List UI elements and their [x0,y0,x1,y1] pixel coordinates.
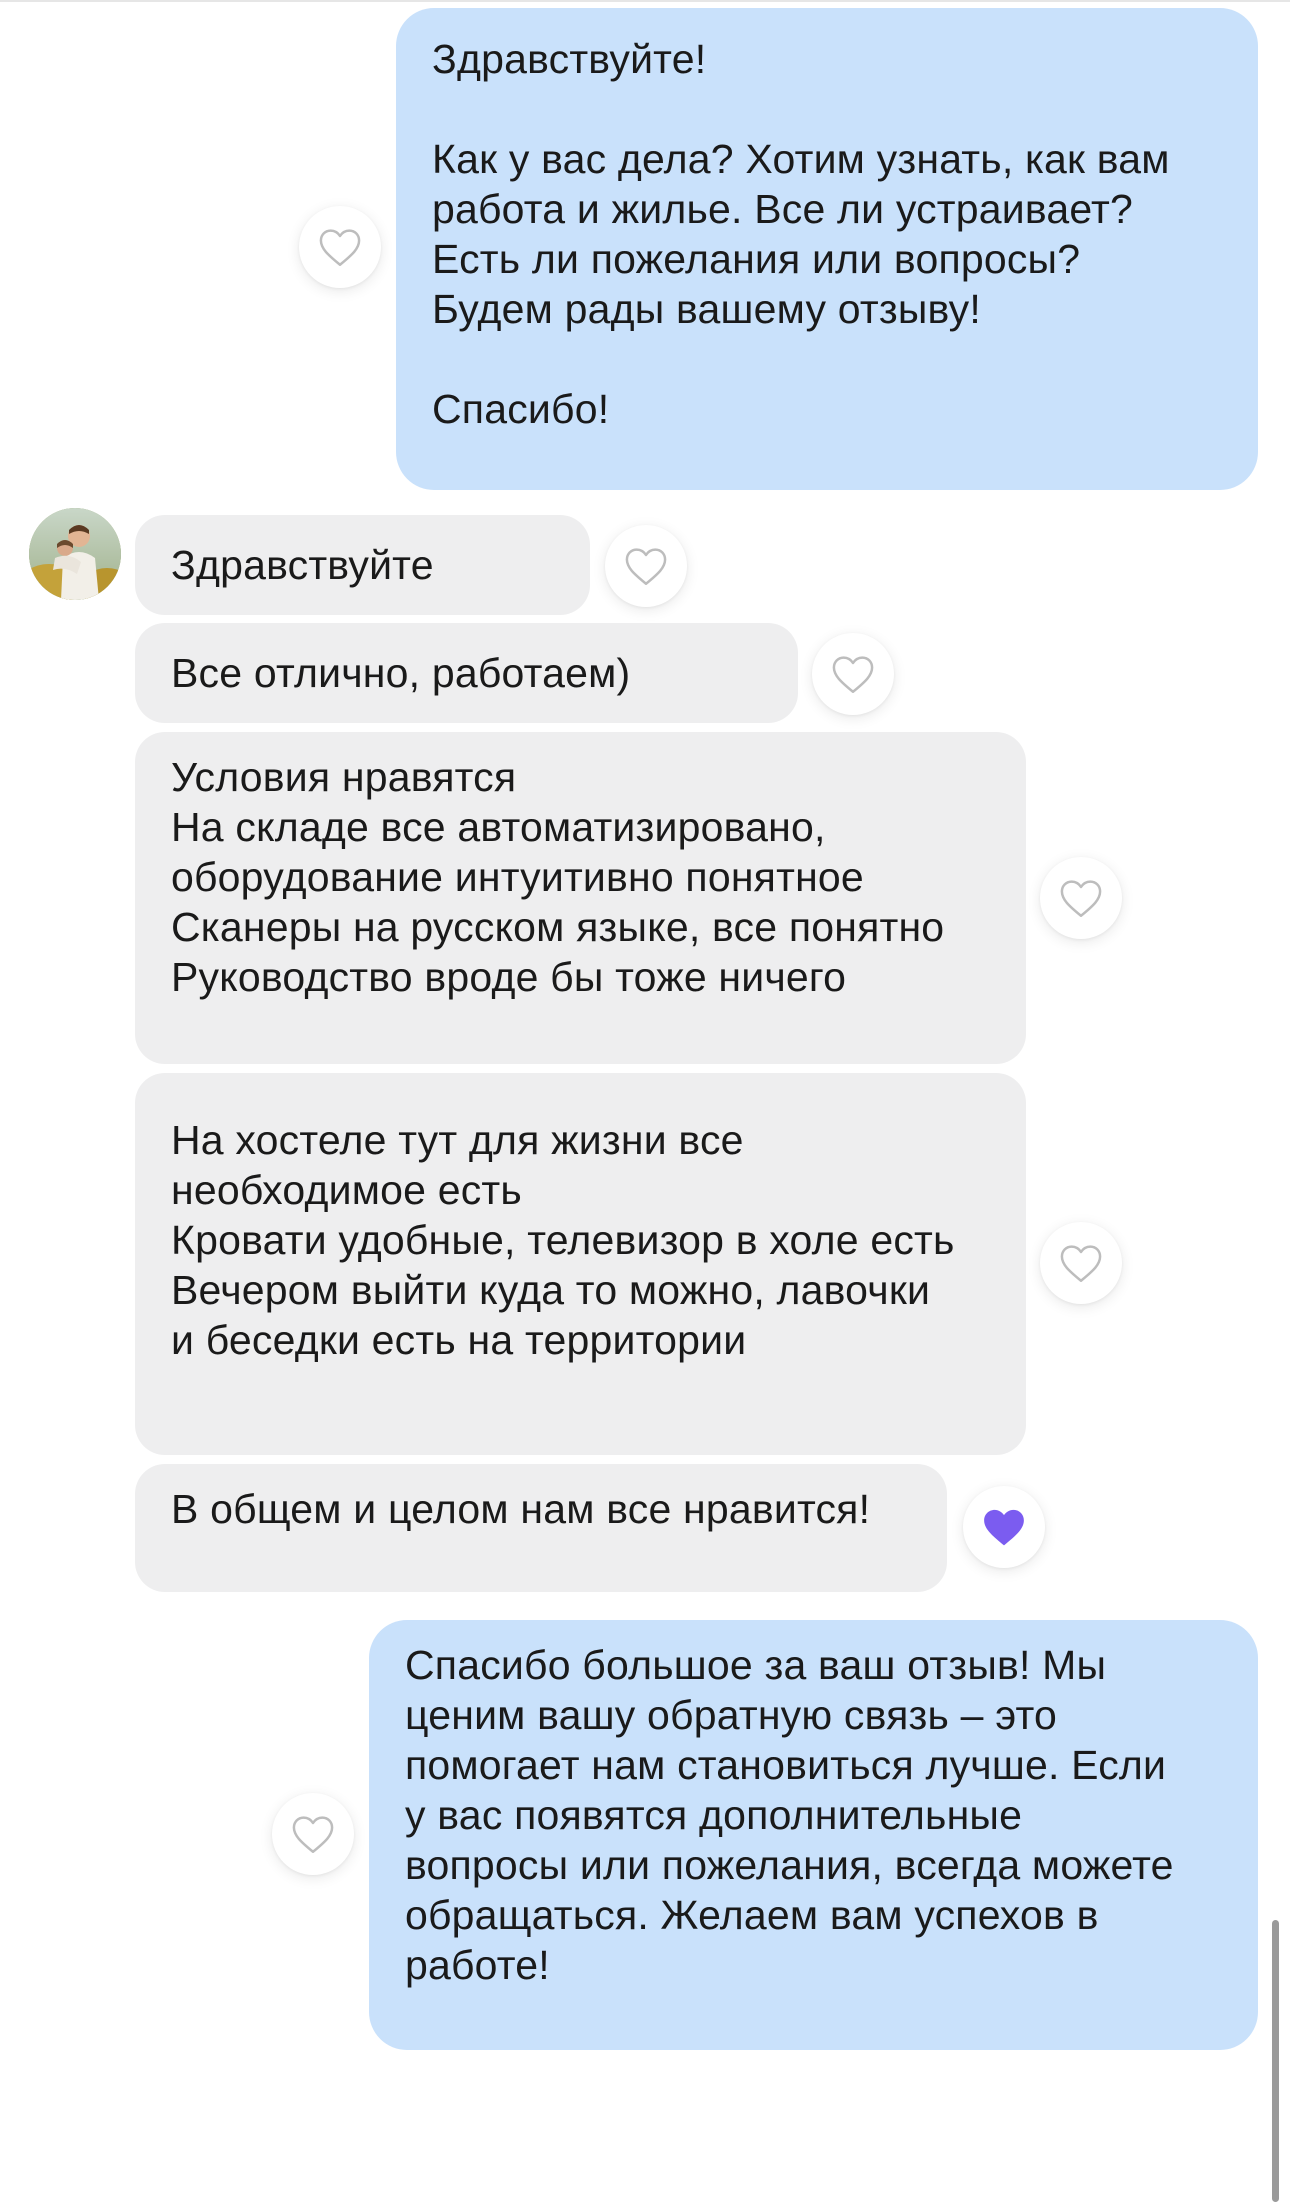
like-button-active[interactable] [963,1486,1045,1568]
like-button[interactable] [299,206,381,288]
heart-outline-icon [832,656,874,693]
message-bubble-outgoing[interactable]: Здравствуйте! Как у вас дела? Хотим узна… [396,8,1258,490]
like-button[interactable] [272,1793,354,1875]
heart-outline-icon [1060,880,1102,917]
like-button[interactable] [1040,1222,1122,1304]
scrollbar[interactable] [1272,1920,1279,2202]
like-button[interactable] [812,633,894,715]
heart-outline-icon [292,1816,334,1853]
message-bubble-incoming[interactable]: Все отлично, работаем) [135,623,798,723]
like-button[interactable] [605,525,687,607]
message-bubble-outgoing[interactable]: Спасибо большое за ваш отзыв! Мы ценим в… [369,1620,1258,2050]
avatar-photo [29,508,121,600]
heart-outline-icon [319,229,361,266]
heart-outline-icon [1060,1245,1102,1282]
message-bubble-incoming[interactable]: Условия нравятся На складе все автоматиз… [135,732,1026,1064]
message-bubble-incoming[interactable]: Здравствуйте [135,515,590,615]
like-button[interactable] [1040,857,1122,939]
heart-filled-icon [984,1509,1024,1546]
message-bubble-incoming[interactable]: На хостеле тут для жизни все необходимое… [135,1073,1026,1455]
heart-outline-icon [625,548,667,585]
contact-avatar[interactable] [29,508,121,600]
top-divider [0,0,1290,2]
message-bubble-incoming[interactable]: В общем и целом нам все нравится! [135,1464,947,1592]
